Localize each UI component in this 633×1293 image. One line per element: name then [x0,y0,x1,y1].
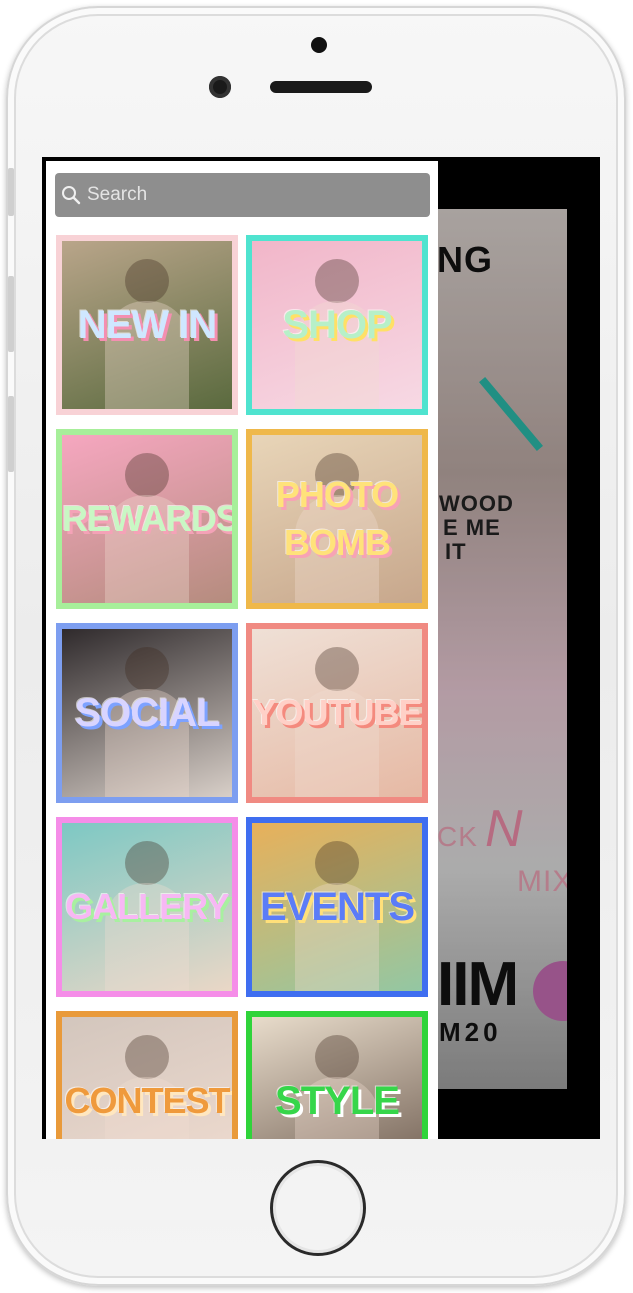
tile-label: STYLE [275,1079,400,1123]
model-silhouette [315,841,359,885]
menu-tile-rewards[interactable]: REWARDS [56,429,238,609]
dim-overlay [437,209,567,1089]
phone-screen: NG WOOD E ME IT CK N MIX IIM M20 NEW IN S… [42,157,600,1139]
menu-tile-style[interactable]: STYLE [246,1011,428,1139]
home-button[interactable] [270,1160,366,1256]
model-silhouette [315,259,359,303]
menu-tile-contest[interactable]: CONTEST [56,1011,238,1139]
search-bar[interactable] [55,173,430,217]
mute-switch [8,168,14,216]
background-app-content[interactable]: NG WOOD E ME IT CK N MIX IIM M20 [437,209,567,1089]
menu-tile-social[interactable]: SOCIAL [56,623,238,803]
search-icon [62,186,81,205]
menu-tile-shop[interactable]: SHOP [246,235,428,415]
model-silhouette [315,647,359,691]
volume-up-button [8,276,14,352]
tile-label: SOCIAL [74,691,220,735]
side-menu-drawer: NEW IN SHOP REWARDS PHOTO BOMB SOCIAL YOUTUBE… [46,161,438,1139]
tile-label: SHOP [282,303,392,347]
tile-label: GALLERY [65,886,230,927]
tile-label: YOUTUBE [252,692,422,733]
tile-label: CONTEST [64,1080,230,1121]
model-silhouette [125,259,169,303]
earpiece-speaker [270,81,372,93]
front-camera [209,76,231,98]
model-silhouette [315,1035,359,1079]
search-input[interactable] [87,184,407,206]
menu-tile-events[interactable]: EVENTS [246,817,428,997]
menu-tile-new-in[interactable]: NEW IN [56,235,238,415]
menu-tile-youtube[interactable]: YOUTUBE [246,623,428,803]
model-silhouette [125,453,169,497]
model-silhouette [125,841,169,885]
menu-tile-gallery[interactable]: GALLERY [56,817,238,997]
tile-label: EVENTS [259,885,415,929]
volume-down-button [8,396,14,472]
menu-tile-photo-bomb[interactable]: PHOTO BOMB [246,429,428,609]
proximity-sensor [311,37,327,53]
model-silhouette [125,1035,169,1079]
model-silhouette [125,647,169,691]
tile-label: NEW IN [77,303,217,347]
tile-label: REWARDS [62,498,238,539]
tile-label: PHOTO BOMB [275,474,399,563]
